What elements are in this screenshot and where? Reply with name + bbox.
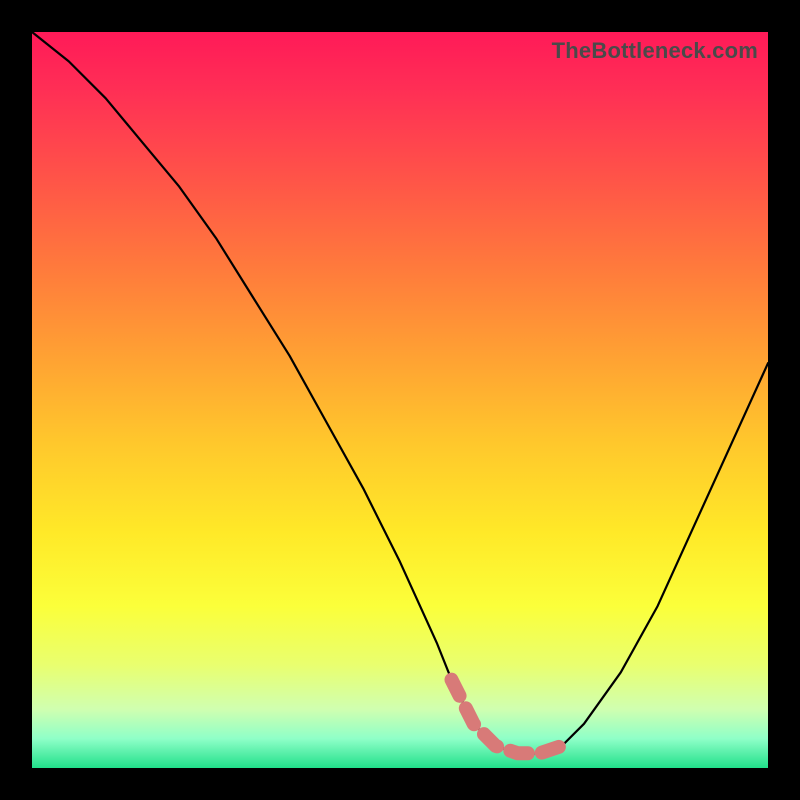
plot-area: TheBottleneck.com <box>32 32 768 768</box>
curve-layer <box>32 32 768 768</box>
chart-stage: TheBottleneck.com <box>0 0 800 800</box>
bottleneck-curve <box>32 32 768 753</box>
valley-highlight <box>452 680 562 754</box>
